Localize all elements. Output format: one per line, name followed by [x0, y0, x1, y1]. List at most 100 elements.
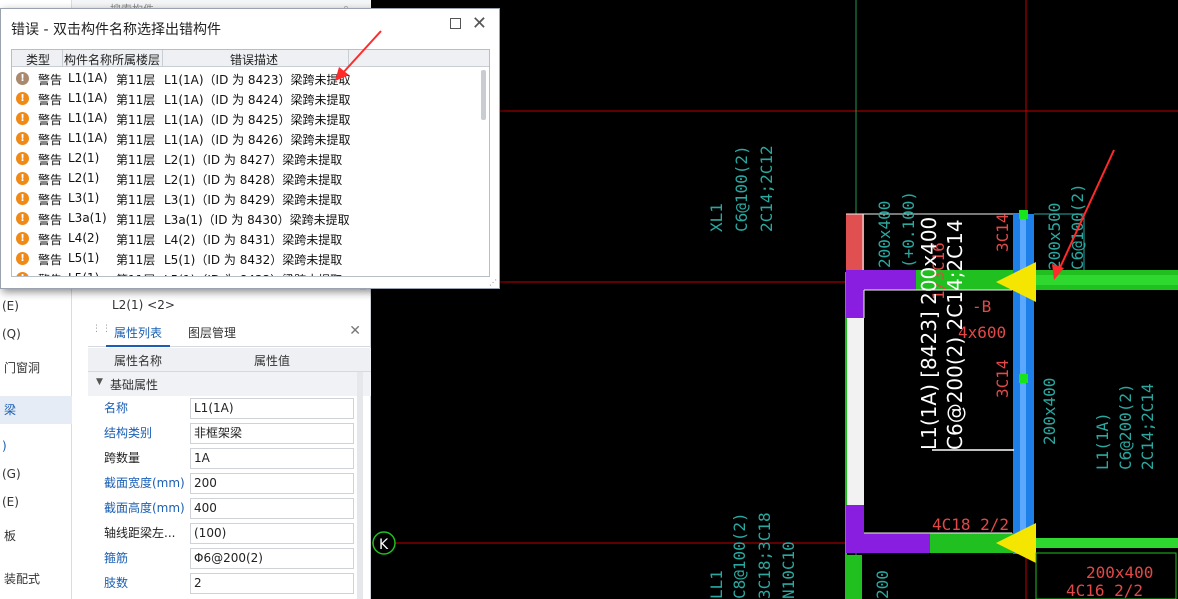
property-name: 名称 [104, 401, 129, 415]
warning-icon: ! [16, 132, 29, 145]
nav-item[interactable]: (E) [0, 488, 72, 516]
error-cell-name[interactable]: L3(1) [68, 191, 99, 205]
grip-point [1019, 210, 1028, 219]
warning-icon: ! [16, 92, 29, 105]
error-cell-desc: L3(1)（ID 为 8429）梁跨未提取 [164, 193, 343, 207]
error-dialog: 错误 - 双击构件名称选择出错构件 ✕ 类型 构件名称 所属楼层 错误描述 ! 警… [0, 8, 500, 289]
nav-item[interactable]: (E) [0, 292, 72, 320]
error-cell-name[interactable]: L2(1) [68, 151, 99, 165]
warning-icon: ! [16, 152, 29, 165]
property-value-field[interactable]: (100) [190, 523, 354, 544]
error-cell-desc: L5(1)（ID 为 8432）梁跨未提取 [164, 253, 343, 267]
cad-label: C8@100(2) [730, 512, 749, 599]
property-value-field[interactable]: 200 [190, 473, 354, 494]
warning-icon: ! [16, 232, 29, 245]
error-cell-name[interactable]: L3a(1) [68, 211, 107, 225]
col-header-desc[interactable]: 错误描述 [230, 51, 278, 68]
error-cell-name[interactable]: L4(2) [68, 231, 99, 245]
nav-item[interactable]: ) [0, 432, 72, 460]
nav-item[interactable]: (Q) [0, 320, 72, 348]
drag-grip-icon[interactable]: ⋮⋮ [92, 325, 111, 339]
tab-property-list[interactable]: 属性列表 [106, 319, 171, 347]
nav-item[interactable]: 装配式 [0, 565, 72, 593]
nav-item[interactable]: 门窗洞 [0, 354, 72, 382]
error-cell-floor: 第11层 [116, 213, 156, 227]
selected-beam-core [1020, 214, 1026, 554]
cad-label: 2C14;2C12 [757, 145, 776, 232]
property-value-field[interactable]: 非框架梁 [190, 423, 354, 444]
property-group[interactable]: ▼ 基础属性 [88, 372, 371, 396]
error-cell-type: 警告 [38, 93, 63, 107]
property-value-field[interactable]: Φ6@200(2) [190, 548, 354, 569]
error-row[interactable]: ! 警告 L4(2) 第11层 L4(2)（ID 为 8431）梁跨未提取 [12, 229, 482, 249]
error-cell-name[interactable]: L2(1) [68, 171, 99, 185]
error-cell-floor: 第11层 [116, 153, 156, 167]
error-cell-floor: 第11层 [116, 253, 156, 267]
error-cell-name[interactable]: L5(1) [68, 251, 99, 265]
tree-item[interactable]: L2(1) <2> [112, 298, 175, 312]
cad-label: 200x400 [875, 201, 894, 268]
error-cell-floor: 第11层 [116, 233, 156, 247]
maximize-icon[interactable] [450, 18, 461, 29]
error-table-header: 类型 构件名称 所属楼层 错误描述 [12, 50, 489, 68]
col-header-type[interactable]: 类型 [26, 51, 50, 68]
error-cell-floor: 第11层 [116, 73, 156, 87]
error-row[interactable]: ! 警告 L2(1) 第11层 L2(1)（ID 为 8428）梁跨未提取 [12, 169, 482, 189]
error-cell-name[interactable]: L1(1A) [68, 71, 108, 85]
col-header-name[interactable]: 构件名称 [64, 51, 112, 68]
column-block [846, 555, 862, 599]
cad-label: 4C16 2/2 [1066, 581, 1143, 599]
green-beam [1034, 538, 1178, 548]
error-cell-floor: 第11层 [116, 93, 156, 107]
error-row[interactable]: ! 警告 L1(1A) 第11层 L1(1A)（ID 为 8425）梁跨未提取 [12, 109, 482, 129]
property-value-field[interactable]: 1A [190, 448, 354, 469]
column-block [846, 318, 864, 508]
nav-item[interactable]: (G) [0, 460, 72, 488]
error-row[interactable]: ! 警告 L3(1) 第11层 L3(1)（ID 为 8429）梁跨未提取 [12, 189, 482, 209]
error-cell-name[interactable]: L5(1) [68, 271, 99, 276]
error-cell-floor: 第11层 [116, 193, 156, 207]
property-name: 箍筋 [104, 551, 129, 565]
property-row: 名称 L1(1A) [88, 396, 371, 421]
purple-beam [846, 270, 864, 318]
tab-layer-management[interactable]: 图层管理 [180, 319, 244, 347]
error-row[interactable]: ! 警告 L5(1) 第11层 L5(1)（ID 为 8432）梁跨未提取 [12, 249, 482, 269]
error-cell-desc: L1(1A)（ID 为 8426）梁跨未提取 [164, 133, 351, 147]
cad-label: 3C18;3C18 [755, 512, 774, 599]
property-name: 截面高度(mm) [104, 501, 185, 515]
dialog-title: 错误 - 双击构件名称选择出错构件 [11, 22, 221, 38]
close-icon[interactable]: ✕ [472, 13, 487, 34]
property-scrollbar[interactable] [357, 372, 363, 599]
property-tabs: ⋮⋮ 属性列表 图层管理 ✕ [88, 319, 371, 347]
error-cell-name[interactable]: L1(1A) [68, 111, 108, 125]
col-header-floor[interactable]: 所属楼层 [112, 51, 160, 68]
property-name: 结构类别 [104, 426, 153, 440]
error-cell-desc: L1(1A)（ID 为 8423）梁跨未提取 [164, 73, 351, 87]
error-row[interactable]: ! 警告 L3a(1) 第11层 L3a(1)（ID 为 8430）梁跨未提取 [12, 209, 482, 229]
property-value-field[interactable]: L1(1A) [190, 398, 354, 419]
error-table-scrollbar[interactable] [481, 70, 486, 120]
collapse-arrow-icon[interactable]: ▼ [96, 377, 103, 387]
warning-icon: ! [16, 212, 29, 225]
property-value-field[interactable]: 2 [190, 573, 354, 594]
property-group-label: 基础属性 [110, 378, 159, 392]
error-cell-type: 警告 [38, 133, 63, 147]
error-cell-name[interactable]: L1(1A) [68, 131, 108, 145]
error-cell-name[interactable]: L1(1A) [68, 91, 108, 105]
close-icon[interactable]: ✕ [349, 323, 361, 339]
nav-item[interactable]: 梁 [0, 396, 72, 424]
error-cell-floor: 第11层 [116, 113, 156, 127]
nav-item[interactable]: 板 [0, 522, 72, 550]
cad-label: 200x500 [1045, 203, 1064, 270]
property-value-field[interactable]: 400 [190, 498, 354, 519]
error-row[interactable]: ! 警告 L1(1A) 第11层 L1(1A)（ID 为 8423）梁跨未提取 [12, 69, 482, 89]
warning-icon: ! [16, 272, 29, 276]
grip-point [1019, 374, 1028, 383]
error-row[interactable]: ! 警告 L5(1) 第11层 L5(1)（ID 为 8433）梁跨未提取 [12, 269, 482, 276]
resize-grip-icon[interactable]: ⋰ [489, 278, 497, 287]
error-row[interactable]: ! 警告 L2(1) 第11层 L2(1)（ID 为 8427）梁跨未提取 [12, 149, 482, 169]
property-table-header: 属性名称 属性值 [88, 348, 371, 372]
error-row[interactable]: ! 警告 L1(1A) 第11层 L1(1A)（ID 为 8424）梁跨未提取 [12, 89, 482, 109]
cad-label: L1(1A) [1093, 412, 1112, 470]
error-row[interactable]: ! 警告 L1(1A) 第11层 L1(1A)（ID 为 8426）梁跨未提取 [12, 129, 482, 149]
